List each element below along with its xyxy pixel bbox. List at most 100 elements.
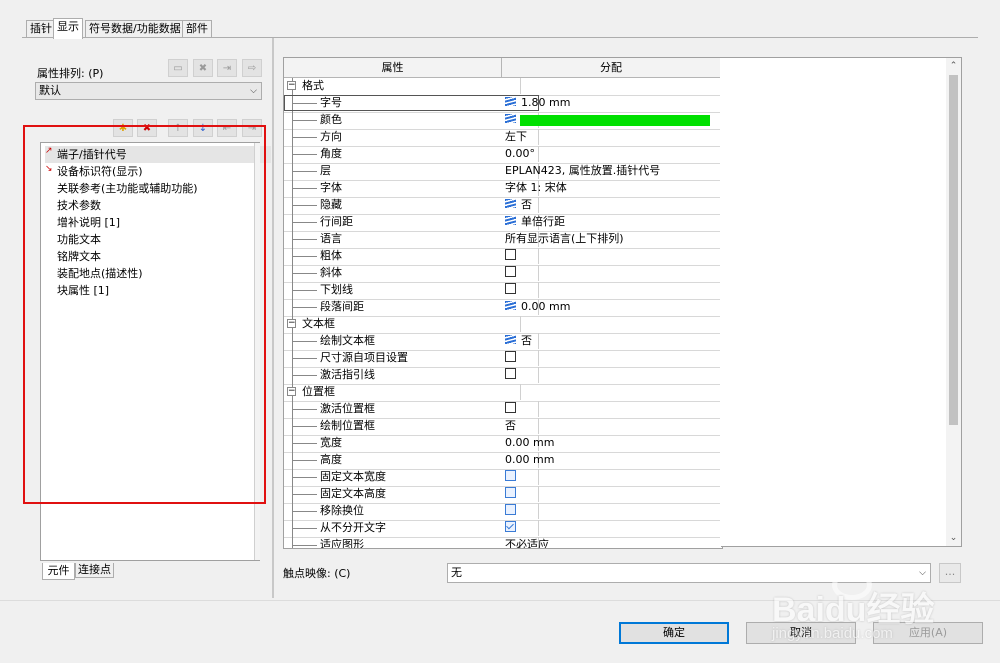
cancel-button[interactable]: 取消 [746, 622, 856, 644]
scroll-down-icon[interactable]: ⌄ [946, 530, 961, 546]
checkbox[interactable] [505, 351, 516, 362]
property-value[interactable]: 所有显示语言(上下排列) [503, 231, 722, 247]
property-value[interactable]: 左下 [503, 129, 722, 145]
grid-property-row[interactable]: 行间距 单倍行距 [284, 214, 720, 232]
grid-scrollbar[interactable]: ⌃ ⌄ [946, 58, 961, 546]
touch-mapping-dropdown[interactable]: 无 ⌵ [447, 563, 931, 583]
grid-property-row[interactable]: 适应图形 不必适应 [284, 537, 722, 548]
import-icon[interactable]: ⇥ [217, 59, 237, 77]
property-value[interactable] [503, 350, 722, 366]
property-value[interactable]: EPLAN423, 属性放置.插针代号 [503, 163, 722, 179]
property-value[interactable]: 字体 1: 宋体 [503, 180, 722, 196]
property-value-text: 否 [521, 198, 532, 211]
property-value[interactable]: 不必适应 [503, 537, 722, 548]
ok-button[interactable]: 确定 [619, 622, 729, 644]
grid-property-row[interactable]: 字号 1.80 mm [284, 95, 720, 113]
property-value[interactable]: 0.00 mm [503, 299, 722, 315]
grid-property-row[interactable]: 粗体 [284, 248, 720, 266]
grid-property-row[interactable]: 隐藏否 [284, 197, 720, 215]
save-scheme-icon[interactable]: ▭ [168, 59, 188, 77]
checkbox[interactable] [505, 487, 516, 498]
property-name: 斜体 [284, 265, 539, 281]
property-value[interactable]: 1.80 mm [503, 95, 722, 111]
property-value[interactable] [503, 520, 722, 536]
checkbox[interactable] [505, 504, 516, 515]
grid-property-row[interactable]: 斜体 [284, 265, 720, 283]
tab-parts[interactable]: 部件 [182, 20, 212, 38]
grid-category-row[interactable]: − 文本框 [284, 316, 720, 334]
property-value[interactable] [503, 248, 722, 264]
property-value[interactable]: 0.00 mm [503, 452, 722, 468]
grid-property-row[interactable]: 层 EPLAN423, 属性放置.插针代号 [284, 163, 720, 181]
tab-connection-points[interactable]: 连接点 [75, 563, 114, 578]
chevron-down-icon: ⌵ [919, 568, 926, 578]
grid-property-row[interactable]: 段落间距 0.00 mm [284, 299, 720, 317]
checkbox[interactable] [505, 368, 516, 379]
multi-line-icon [505, 301, 516, 310]
chevron-down-icon: ⌵ [250, 86, 257, 96]
property-value-text: 0.00 mm [521, 300, 571, 313]
grid-property-row[interactable]: 下划线 [284, 282, 720, 300]
property-value[interactable] [503, 401, 722, 417]
grid-property-row[interactable]: 绘制位置框否 [284, 418, 720, 436]
grid-property-row[interactable]: 移除换位 [284, 503, 720, 521]
property-value[interactable] [503, 486, 722, 502]
scrollbar-thumb[interactable] [949, 75, 958, 425]
property-value[interactable] [503, 503, 722, 519]
checkbox[interactable] [505, 266, 516, 277]
grid-property-row[interactable]: 语言 所有显示语言(上下排列) [284, 231, 720, 249]
property-value[interactable]: 否 [503, 333, 722, 349]
grid-property-row[interactable]: 激活指引线 [284, 367, 720, 385]
grid-category-row[interactable]: − 格式 [284, 78, 720, 96]
property-name: 绘制位置框 [284, 418, 539, 434]
browse-button[interactable]: ... [939, 563, 961, 583]
property-value[interactable] [503, 469, 722, 485]
property-value[interactable] [503, 367, 722, 383]
tab-component[interactable]: 元件 [42, 563, 75, 580]
checkbox[interactable] [505, 402, 516, 413]
property-value[interactable] [503, 282, 722, 298]
grid-category-row[interactable]: − 位置框 [284, 384, 720, 402]
tab-display[interactable]: 显示 [53, 18, 83, 39]
property-value[interactable]: 单倍行距 [503, 214, 722, 230]
col-header-property[interactable]: 属性 [284, 58, 502, 78]
grid-property-row[interactable]: 固定文本宽度 [284, 469, 720, 487]
property-value[interactable]: 0.00° [503, 146, 722, 162]
property-value-text: 左下 [505, 130, 527, 143]
color-swatch[interactable] [520, 115, 710, 126]
property-value[interactable]: 否 [503, 418, 722, 434]
property-value[interactable] [503, 112, 722, 128]
checkbox[interactable] [505, 249, 516, 260]
apply-button[interactable]: 应用(A) [873, 622, 983, 644]
checkbox[interactable] [505, 521, 516, 532]
property-name: 字号 [284, 95, 539, 111]
property-value[interactable]: 0.00 mm [503, 435, 722, 451]
grid-property-row[interactable]: 从不分开文字 [284, 520, 720, 538]
checkbox[interactable] [505, 470, 516, 481]
export-icon[interactable]: ⇨ [242, 59, 262, 77]
col-header-value[interactable]: 分配 [502, 58, 720, 78]
grid-property-row[interactable]: 固定文本高度 [284, 486, 720, 504]
property-value[interactable]: 否 [503, 197, 722, 213]
grid-property-row[interactable]: 角度 0.00° [284, 146, 720, 164]
delete-scheme-icon[interactable]: ✖ [193, 59, 213, 77]
property-value[interactable] [503, 265, 722, 281]
sort-dropdown[interactable]: 默认 ⌵ [35, 82, 262, 100]
grid-property-row[interactable]: 高度 0.00 mm [284, 452, 720, 470]
grid-property-row[interactable]: 颜色 [284, 112, 720, 130]
grid-property-row[interactable]: 方向 左下 [284, 129, 720, 147]
grid-property-row[interactable]: 字体 字体 1: 宋体 [284, 180, 720, 198]
property-name: 角度 [284, 146, 539, 162]
tab-symbol-data[interactable]: 符号数据/功能数据 [85, 20, 185, 38]
grid-property-row[interactable]: 激活位置框 [284, 401, 720, 419]
property-name: 语言 [284, 231, 539, 247]
splitter[interactable] [272, 38, 274, 598]
scroll-up-icon[interactable]: ⌃ [946, 58, 961, 74]
property-grid[interactable]: 属性 分配 − 格式 字号 1.80 mm 颜色 方向 左下 角度 0.00° 层 EPLAN423… [283, 57, 723, 549]
checkbox[interactable] [505, 283, 516, 294]
grid-property-row[interactable]: 尺寸源自项目设置 [284, 350, 720, 368]
grid-property-row[interactable]: 宽度 0.00 mm [284, 435, 720, 453]
property-name: 格式 [284, 78, 521, 94]
tab-pins[interactable]: 插针 [26, 20, 56, 38]
grid-property-row[interactable]: 绘制文本框否 [284, 333, 720, 351]
